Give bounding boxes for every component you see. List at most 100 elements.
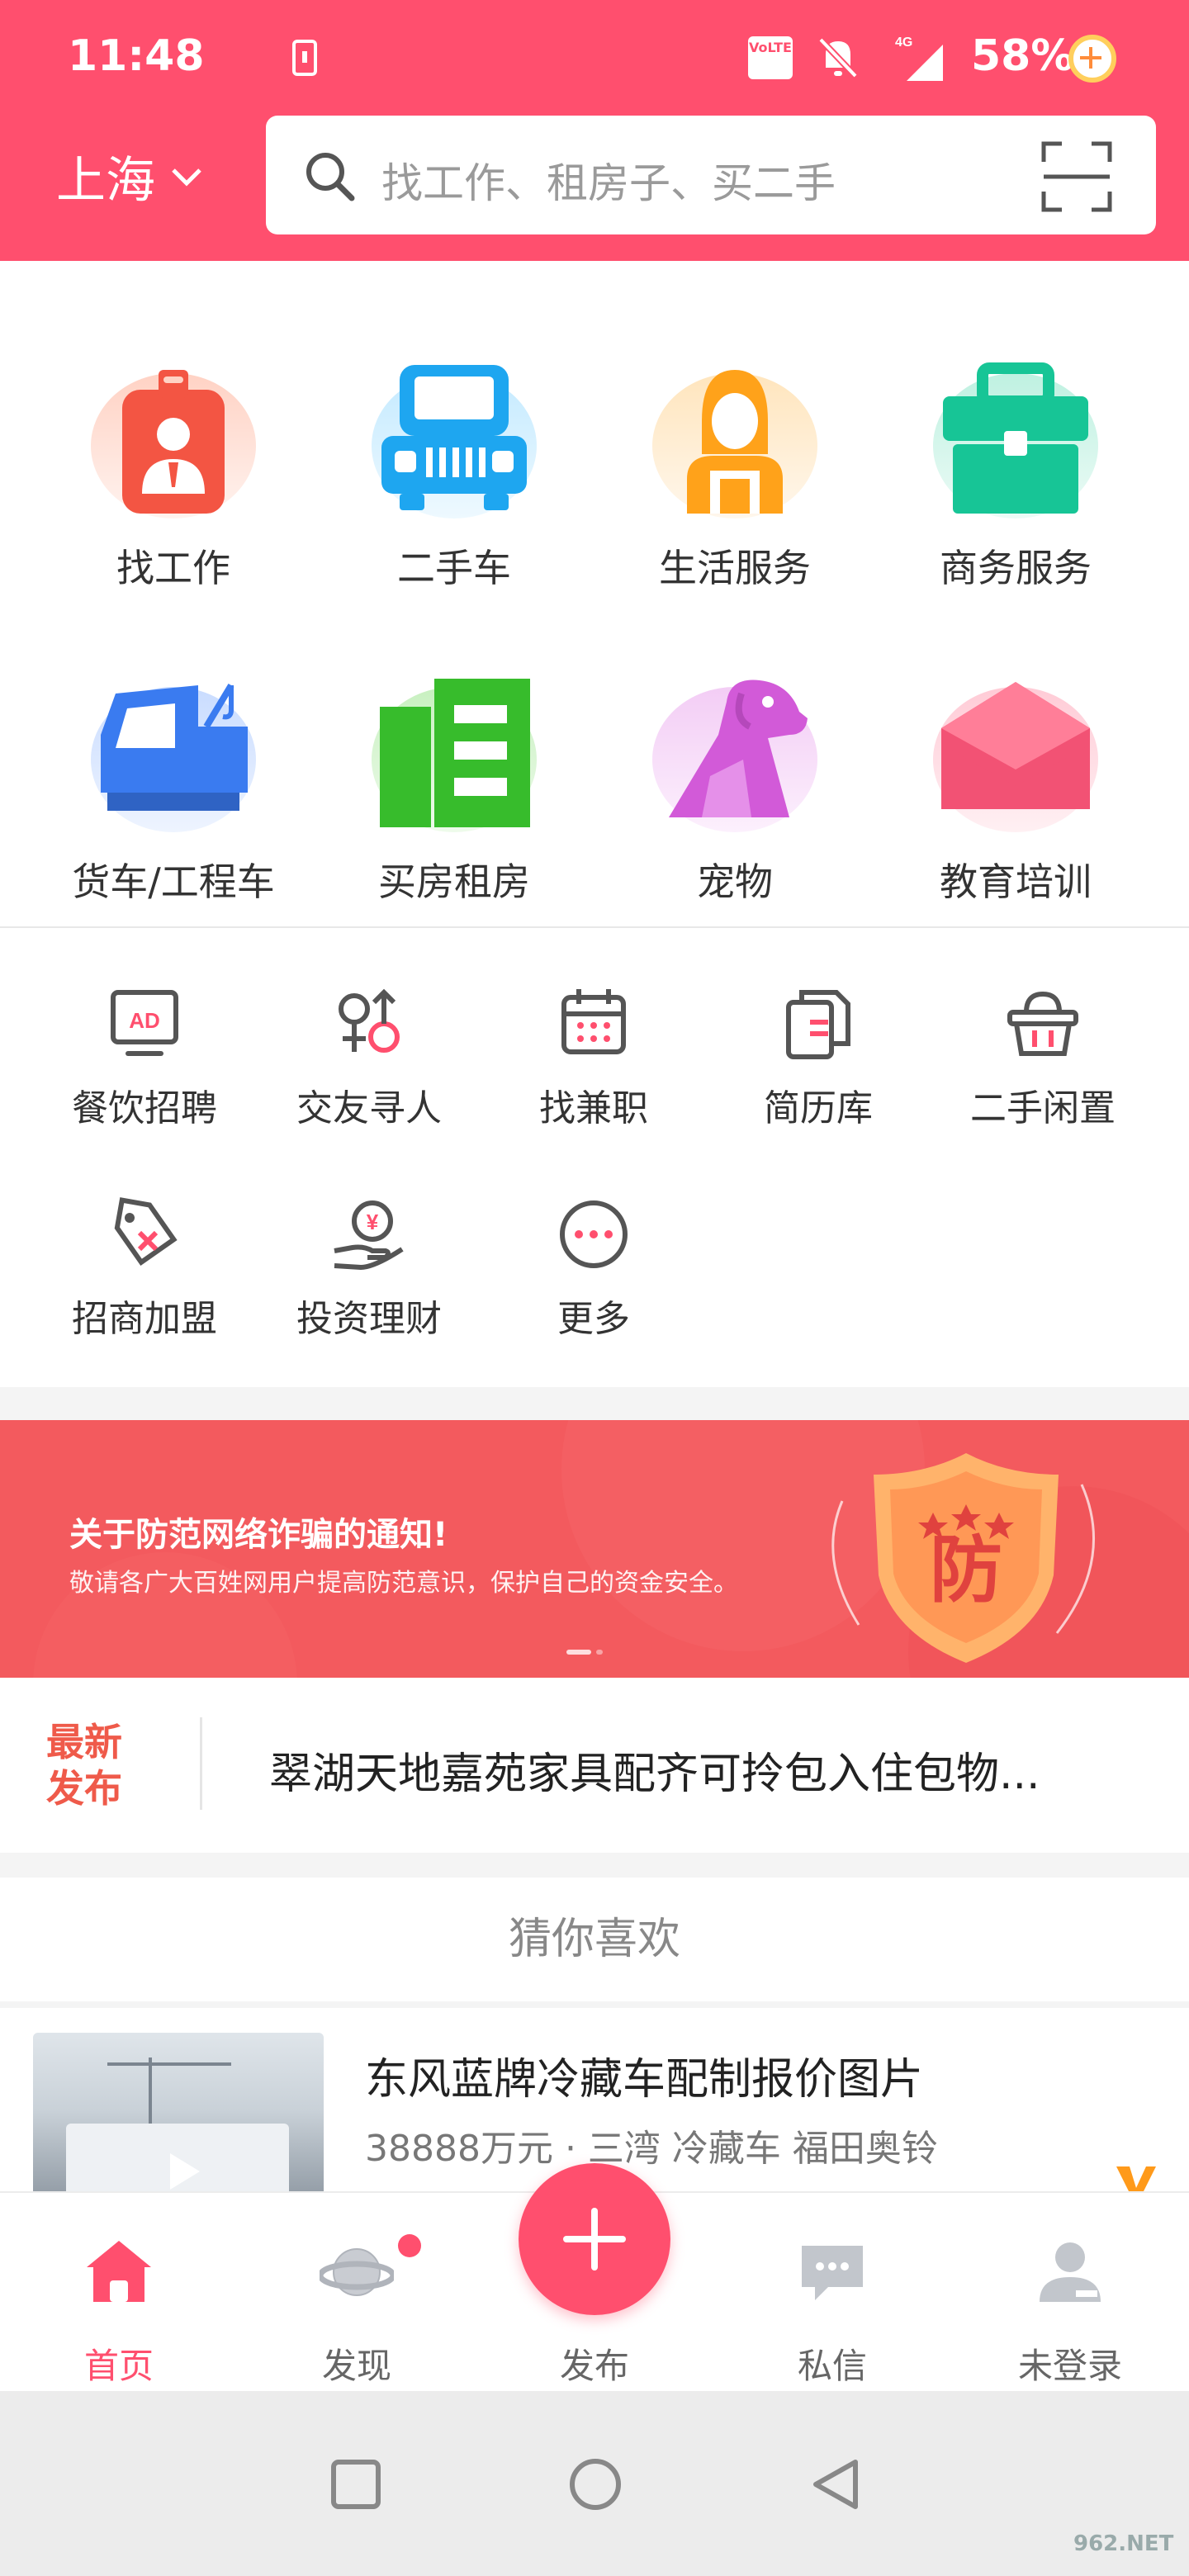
plus-icon	[563, 2208, 626, 2271]
city-label: 上海	[56, 152, 155, 210]
thumb-crane	[149, 2057, 152, 2132]
category-pet[interactable]: 宠物	[594, 669, 875, 907]
money-hand-icon: ¥	[334, 1200, 404, 1271]
carousel-indicator-active	[566, 1650, 591, 1655]
envelope-cap-icon	[933, 682, 1098, 832]
shield-icon: 防	[831, 1453, 1095, 1663]
home-icon	[87, 2241, 151, 2302]
status-bar: 11:48 VoLTE 4G 58%	[0, 0, 1189, 116]
car-icon	[372, 365, 537, 519]
category-label: 教育培训	[940, 859, 1092, 904]
nav-label: 发现	[321, 2346, 391, 2386]
subcategory-part-time[interactable]: 找兼职	[490, 983, 697, 1131]
nav-home[interactable]: 首页	[36, 2193, 201, 2391]
briefcase-icon	[933, 362, 1098, 519]
building-icon	[372, 679, 537, 832]
subcategory-label: 二手闲置	[970, 1087, 1116, 1129]
latest-tag-line: 最新	[46, 1720, 122, 1764]
category-label: 找工作	[116, 546, 230, 590]
chevron-down-icon	[172, 168, 201, 187]
category-truck[interactable]: 货车/工程车	[33, 669, 314, 907]
banner-subtitle: 敬请各广大百姓网用户提高防范意识，保护自己的资金安全。	[69, 1569, 738, 1598]
nav-messages[interactable]: 私信	[750, 2193, 915, 2391]
watermark-logo: 962.NET	[1073, 2531, 1174, 2556]
listing-thumbnail	[33, 2033, 324, 2198]
download-icon	[292, 40, 317, 76]
recommend-title: 猜你喜欢	[0, 1878, 1189, 2001]
subcategory-label: 简历库	[764, 1087, 873, 1129]
category-label: 买房租房	[378, 859, 530, 904]
volte-icon: VoLTE	[748, 36, 793, 79]
latest-tag-line: 发布	[46, 1766, 122, 1811]
battery-text: 58%	[971, 31, 1074, 81]
system-navigation-bar: 962.NET	[0, 2391, 1189, 2576]
subcategory-investment[interactable]: ¥ 投资理财	[266, 1193, 472, 1342]
nav-label: 未登录	[1017, 2346, 1122, 2386]
category-label: 生活服务	[659, 546, 811, 590]
section-gap	[0, 1387, 1189, 1420]
calendar-icon	[561, 989, 626, 1054]
gender-icon	[339, 988, 400, 1053]
search-input[interactable]: 找工作、租房子、买二手	[266, 116, 1156, 234]
basket-icon	[1007, 991, 1078, 1056]
category-label: 宠物	[697, 859, 773, 904]
thumb-crane-arm	[107, 2062, 231, 2066]
search-icon	[306, 153, 355, 201]
play-icon	[170, 2153, 200, 2190]
listing-meta: 38888万元 · 三湾 冷藏车 福田奥铃	[365, 2128, 938, 2170]
category-label: 二手车	[397, 546, 511, 590]
truck-icon	[91, 683, 256, 832]
dog-icon	[652, 680, 817, 832]
nav-profile[interactable]: 未登录	[988, 2193, 1153, 2391]
status-time: 11:48	[68, 31, 205, 81]
publish-button[interactable]	[519, 2163, 670, 2315]
planet-icon	[320, 2248, 394, 2296]
latest-post-title[interactable]: 翠湖天地嘉苑家具配齐可拎包入住包物...	[269, 1739, 1040, 1801]
subcategory-more[interactable]: 更多	[490, 1193, 697, 1342]
recent-apps-icon[interactable]	[327, 2455, 385, 2513]
home-button-icon[interactable]	[566, 2455, 624, 2513]
app-header: 11:48 VoLTE 4G 58% 上海 找工作、租房子、买二手	[0, 0, 1189, 261]
section-gap	[0, 1853, 1189, 1878]
svg-text:防: 防	[930, 1527, 1002, 1612]
search-placeholder: 找工作、租房子、买二手	[381, 159, 836, 207]
category-life-service[interactable]: 生活服务	[594, 355, 875, 593]
notification-dot	[398, 2234, 421, 2257]
ad-screen-icon: AD	[111, 990, 178, 1056]
subcategory-label: 找兼职	[539, 1087, 648, 1129]
listing-title: 东风蓝牌冷藏车配制报价图片	[365, 2055, 924, 2105]
back-icon[interactable]	[806, 2455, 864, 2513]
city-selector[interactable]: 上海	[56, 140, 205, 212]
scan-icon[interactable]	[1040, 140, 1113, 213]
category-education[interactable]: 教育培训	[875, 669, 1156, 907]
nav-discover[interactable]: 发现	[274, 2193, 439, 2391]
banner-title: 关于防范网络诈骗的通知!	[69, 1516, 448, 1554]
signal-icon: 4G	[895, 36, 943, 81]
chat-icon	[802, 2246, 863, 2300]
document-stack-icon	[786, 990, 850, 1059]
notice-banner[interactable]: 关于防范网络诈骗的通知! 敬请各广大百姓网用户提高防范意识，保护自己的资金安全。…	[0, 1420, 1189, 1678]
category-used-car[interactable]: 二手车	[314, 355, 594, 593]
latest-posts[interactable]: 最新 发布 翠湖天地嘉苑家具配齐可拎包入住包物...	[0, 1678, 1189, 1853]
category-job[interactable]: 找工作	[33, 355, 314, 593]
nav-label: 发布	[559, 2346, 629, 2386]
subcategory-dating[interactable]: 交友寻人	[266, 983, 472, 1131]
category-business-service[interactable]: 商务服务	[875, 355, 1156, 593]
svg-text:¥: ¥	[367, 1210, 379, 1234]
subcategory-second-hand[interactable]: 二手闲置	[940, 983, 1146, 1131]
subcategory-label: 交友寻人	[296, 1087, 442, 1129]
nav-label: 私信	[797, 2346, 867, 2386]
battery-saver-icon	[1068, 35, 1116, 83]
subcategory-resume[interactable]: 简历库	[715, 983, 921, 1131]
subcategory-franchise[interactable]: 招商加盟	[41, 1193, 248, 1342]
main-category-grid: 找工作 二手车 生活服务 商务服务 货车/工程车 买房租房 宠物 教育培训	[0, 322, 1189, 904]
user-icon	[1040, 2242, 1101, 2302]
latest-tag: 最新 发布	[46, 1719, 122, 1811]
subcategory-catering-jobs[interactable]: AD 餐饮招聘	[41, 983, 248, 1131]
category-house[interactable]: 买房租房	[314, 669, 594, 907]
section-divider	[0, 926, 1189, 928]
subcategory-label: 更多	[557, 1298, 630, 1340]
job-badge-icon	[91, 370, 256, 519]
carousel-indicator	[596, 1650, 603, 1655]
service-person-icon	[652, 370, 817, 519]
